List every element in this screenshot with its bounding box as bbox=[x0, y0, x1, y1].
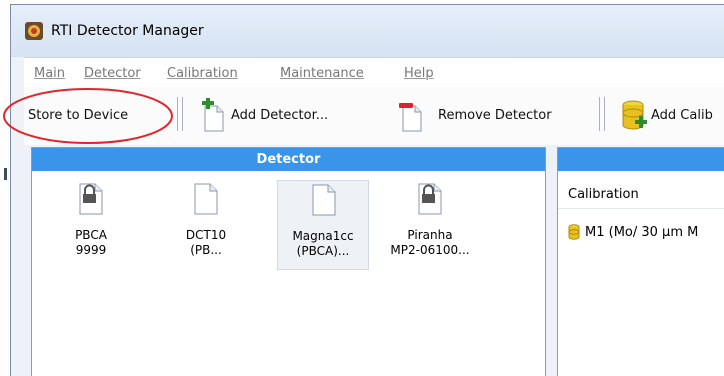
locked-document-icon bbox=[418, 183, 442, 215]
detector-panel-header: Detector bbox=[32, 148, 545, 171]
menu-calibration[interactable]: Calibration bbox=[167, 66, 238, 81]
detector-item-label: Magna1cc (PBCA)... bbox=[292, 229, 354, 258]
add-database-icon bbox=[622, 100, 647, 130]
calibration-panel-header bbox=[558, 148, 724, 171]
detector-item-label: Piranha MP2-06100... bbox=[390, 228, 470, 257]
toolbar-separator bbox=[177, 97, 183, 131]
document-icon bbox=[194, 183, 218, 215]
remove-detector-label: Remove Detector bbox=[438, 107, 552, 123]
locked-document-icon bbox=[79, 183, 103, 215]
window-title: RTI Detector Manager bbox=[51, 23, 204, 39]
menu-maintenance[interactable]: Maintenance bbox=[280, 66, 364, 81]
detector-item[interactable]: DCT10 (PB... bbox=[160, 180, 252, 270]
add-detector-button[interactable]: Add Detector... bbox=[199, 97, 328, 133]
app-icon bbox=[25, 22, 43, 40]
document-icon bbox=[312, 184, 336, 216]
calibration-row-label: M1 (Mo/ 30 µm M bbox=[585, 224, 699, 240]
menu-bar: Main Detector Calibration Maintenance He… bbox=[24, 57, 724, 87]
database-icon bbox=[568, 224, 580, 240]
title-bar: RTI Detector Manager bbox=[11, 5, 724, 57]
calibration-row[interactable]: M1 (Mo/ 30 µm M bbox=[568, 224, 698, 240]
detector-item-label: PBCA 9999 bbox=[75, 228, 107, 257]
add-document-icon bbox=[202, 98, 224, 132]
menu-detector[interactable]: Detector bbox=[84, 66, 141, 81]
add-calibration-button[interactable]: Add Calib bbox=[621, 97, 713, 133]
calibration-column-header[interactable]: Calibration bbox=[558, 183, 724, 209]
menu-main[interactable]: Main bbox=[34, 66, 65, 81]
store-to-device-label: Store to Device bbox=[28, 107, 129, 123]
toolbar-separator bbox=[599, 97, 605, 131]
left-edge-mark bbox=[4, 168, 7, 180]
detector-panel: Detector PBCA 9999 DCT10 (PB... Magna1cc… bbox=[31, 147, 546, 376]
remove-detector-button[interactable]: Remove Detector bbox=[397, 97, 552, 133]
app-window: RTI Detector Manager Main Detector Calib… bbox=[10, 4, 724, 376]
calibration-panel: Calibration M1 (Mo/ 30 µm M bbox=[557, 147, 724, 376]
menu-help[interactable]: Help bbox=[404, 66, 434, 81]
toolbar: Store to Device Add Detector... Remove D… bbox=[24, 87, 724, 145]
remove-document-icon bbox=[399, 103, 422, 132]
detector-item[interactable]: Piranha MP2-06100... bbox=[384, 180, 476, 270]
detector-item[interactable]: PBCA 9999 bbox=[45, 180, 137, 270]
add-calibration-label: Add Calib bbox=[651, 107, 713, 123]
store-to-device-button[interactable]: Store to Device bbox=[28, 97, 128, 133]
detector-item-selected[interactable]: Magna1cc (PBCA)... bbox=[277, 180, 369, 270]
add-detector-label: Add Detector... bbox=[231, 107, 329, 123]
detector-item-label: DCT10 (PB... bbox=[185, 228, 227, 257]
